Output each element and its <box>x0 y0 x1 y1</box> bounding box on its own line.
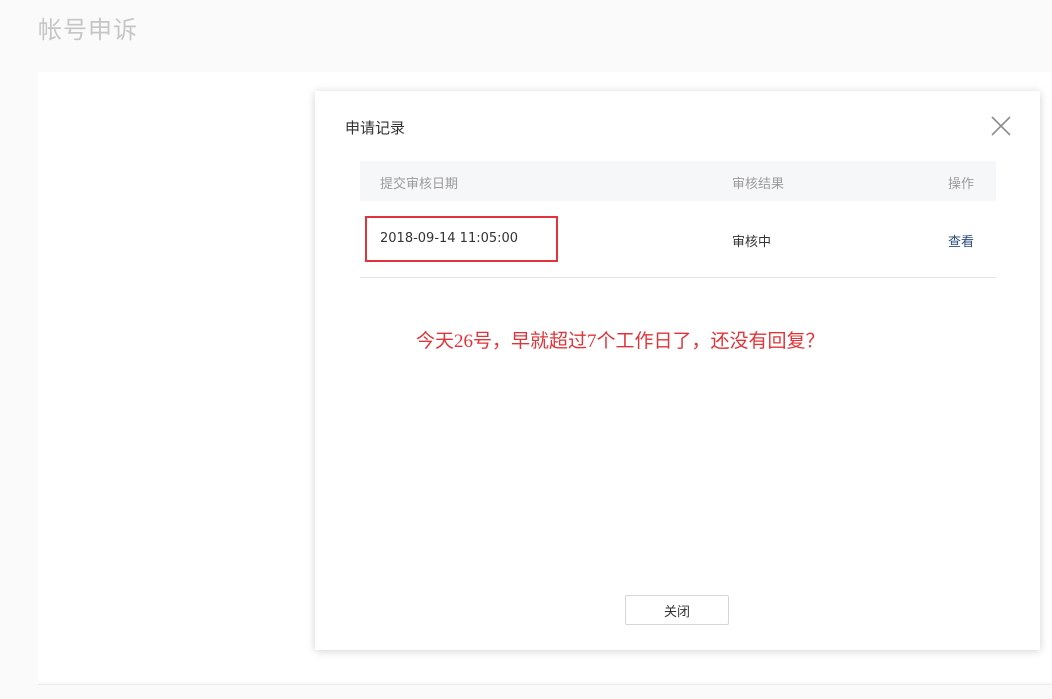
close-button[interactable]: 关闭 <box>625 595 729 625</box>
annotation-text: 今天26号，早就超过7个工作日了，还没有回复？ <box>416 331 825 352</box>
page-title: 帐号申诉 <box>38 16 138 44</box>
table-header: 提交审核日期 审核结果 操作 <box>360 161 996 201</box>
records-dialog: 申请记录 提交审核日期 审核结果 操作 2018-09-14 11:05:00 … <box>315 91 1040 650</box>
table-row: 2018-09-14 11:05:00 审核中 查看 <box>360 201 996 278</box>
close-icon[interactable] <box>990 115 1012 137</box>
header-result: 审核结果 <box>732 177 785 192</box>
header-action: 操作 <box>948 177 975 192</box>
bottom-divider <box>38 684 1052 685</box>
dialog-title: 申请记录 <box>345 119 406 137</box>
row-result: 审核中 <box>732 235 772 250</box>
row-date: 2018-09-14 11:05:00 <box>380 231 519 246</box>
view-link[interactable]: 查看 <box>948 231 974 250</box>
header-date: 提交审核日期 <box>380 177 459 192</box>
